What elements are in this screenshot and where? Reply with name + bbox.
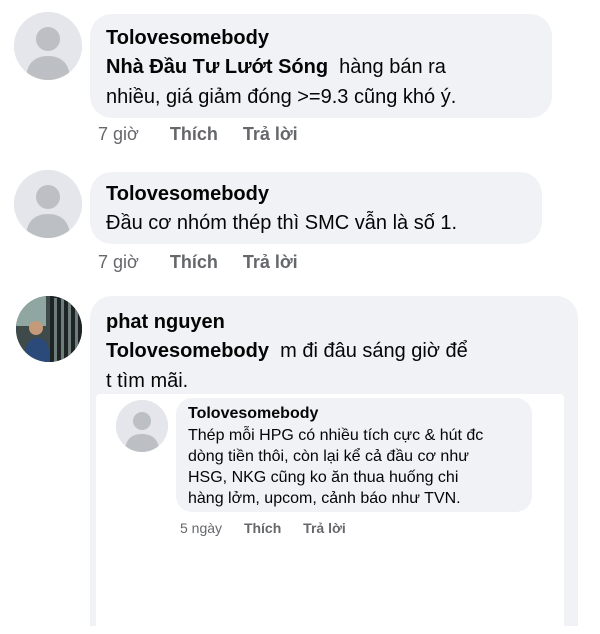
default-avatar-icon[interactable]: [116, 400, 168, 452]
comment-bubble-2: Tolovesomebody Đầu cơ nhóm thép thì SMC …: [90, 172, 542, 244]
nested-comment-line: hàng lởm, upcom, cảnh báo như TVN.: [188, 490, 461, 507]
default-avatar-icon[interactable]: [14, 12, 82, 80]
comment-time[interactable]: 7 giờ: [98, 252, 139, 272]
comment-text: Tolovesomebody m đi đâu sáng giờ để: [106, 336, 468, 366]
nested-comment-author[interactable]: Tolovesomebody: [188, 404, 318, 424]
comment-text-line: t tìm mãi.: [106, 370, 189, 392]
nested-comment-meta: 5 ngày Thích Trả lời: [180, 520, 346, 536]
nested-comment-bubble: Tolovesomebody Thép mỗi HPG có nhiều tíc…: [176, 398, 532, 512]
comment-time[interactable]: 7 giờ: [98, 124, 139, 144]
nested-reply-button[interactable]: Trả lời: [303, 520, 346, 536]
comment-text: Đầu cơ nhóm thép thì SMC vẫn là số 1.: [106, 212, 458, 234]
comment-text-line: nhiều, giá giảm đóng >=9.3 cũng khó ý.: [106, 86, 457, 108]
nested-comment-line: dòng tiền thôi, còn lại kể cả đầu cơ như: [188, 448, 469, 465]
mention-link[interactable]: Nhà Đầu Tư Lướt Sóng: [106, 56, 328, 78]
nested-comment-line: Thép mỗi HPG có nhiều tích cực & hút đc: [188, 427, 484, 444]
comment-text: Nhà Đầu Tư Lướt Sóng hàng bán ra: [106, 52, 446, 82]
default-avatar-icon[interactable]: [14, 170, 82, 238]
like-button[interactable]: Thích: [170, 124, 218, 144]
reply-button[interactable]: Trả lời: [243, 124, 298, 144]
comment-bubble-1: Tolovesomebody Nhà Đầu Tư Lướt Sóng hàng…: [90, 14, 552, 118]
comment-text-part: m đi đâu sáng giờ để: [269, 340, 468, 362]
nested-comment-line: HSG, NKG cũng ko ăn thua huống chi: [188, 469, 459, 486]
comment-text-part: hàng bán ra: [328, 56, 446, 78]
comment-author[interactable]: Tolovesomebody: [106, 26, 269, 50]
comment-author[interactable]: Tolovesomebody: [106, 182, 269, 206]
like-button[interactable]: Thích: [170, 252, 218, 272]
comment-bubble-3: phat nguyen Tolovesomebody m đi đâu sáng…: [90, 296, 578, 634]
reply-button[interactable]: Trả lời: [243, 252, 298, 272]
comment-author[interactable]: phat nguyen: [106, 310, 225, 334]
comment-meta: 7 giờ Thích Trả lời: [98, 124, 298, 144]
comment-meta: 7 giờ Thích Trả lời: [98, 252, 298, 272]
user-photo-avatar[interactable]: [16, 296, 82, 362]
nested-like-button[interactable]: Thích: [244, 520, 281, 536]
nested-comment-time[interactable]: 5 ngày: [180, 520, 222, 536]
nested-reply-card: Tolovesomebody Thép mỗi HPG có nhiều tíc…: [96, 394, 564, 634]
mention-link[interactable]: Tolovesomebody: [106, 340, 269, 362]
